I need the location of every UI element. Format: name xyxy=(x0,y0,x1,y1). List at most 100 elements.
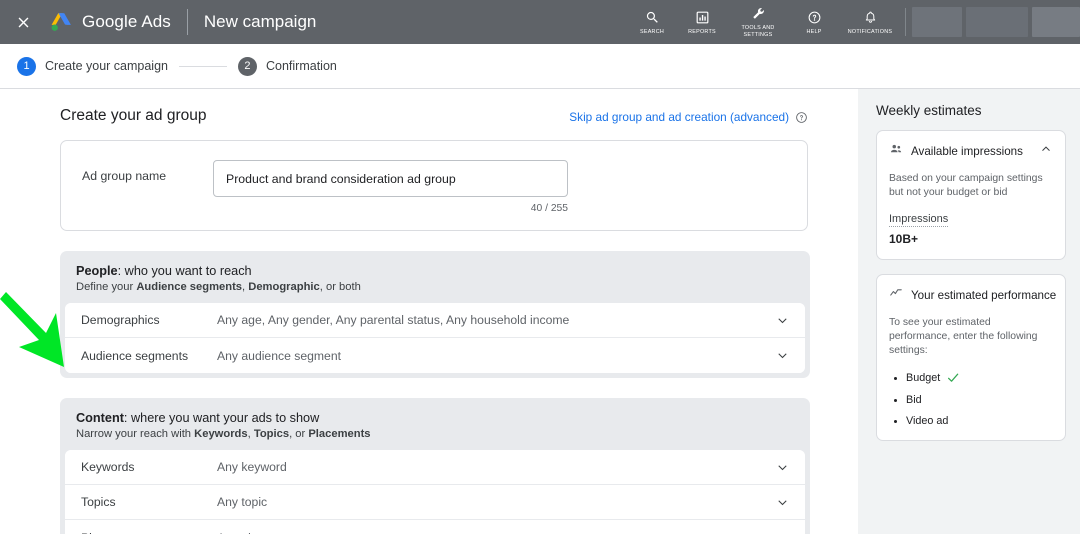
main-content-panel: Create your ad group Skip ad group and a… xyxy=(0,89,858,534)
people-group-title: People: who you want to reach xyxy=(65,264,805,278)
content-group: Content: where you want your ads to show… xyxy=(60,398,810,534)
content-sub-bold-3: Placements xyxy=(308,428,371,440)
trend-line-icon xyxy=(889,286,903,305)
bell-notifications-icon xyxy=(863,9,878,26)
people-sub-suffix: , or both xyxy=(319,281,361,293)
weekly-estimates-title: Weekly estimates xyxy=(876,103,982,118)
people-sub-prefix: Define your xyxy=(76,281,137,293)
row-placements[interactable]: Placements Any placement xyxy=(65,520,805,534)
google-ads-logo-icon xyxy=(48,9,74,35)
weekly-estimates-sidebar: Weekly estimates Available impressions B… xyxy=(858,89,1080,534)
toolbar-notifications-button[interactable]: NOTIFICATIONS xyxy=(839,0,901,44)
help-question-icon[interactable] xyxy=(795,111,808,124)
close-icon[interactable] xyxy=(0,0,46,44)
row-demographics[interactable]: Demographics Any age, Any gender, Any pa… xyxy=(65,303,805,338)
toolbar-search-button[interactable]: SEARCH xyxy=(627,0,677,44)
row-demographics-label: Demographics xyxy=(81,313,160,327)
ad-group-name-label: Ad group name xyxy=(82,169,167,183)
people-sub-bold-2: Demographic xyxy=(248,281,320,293)
requirement-bid-label: Bid xyxy=(906,394,922,406)
search-icon xyxy=(645,9,660,26)
ad-group-name-counter: 40 / 255 xyxy=(530,203,568,214)
available-impressions-description: Based on your campaign settings but not … xyxy=(889,173,1043,198)
row-keywords-value: Any keyword xyxy=(217,460,287,474)
bullet-icon xyxy=(894,398,897,402)
help-question-icon xyxy=(807,9,822,26)
content-group-subtitle: Narrow your reach with Keywords, Topics,… xyxy=(65,428,805,440)
chevron-down-icon[interactable] xyxy=(759,313,805,328)
toolbar-tools-settings-button[interactable]: TOOLS AND SETTINGS xyxy=(727,0,789,44)
toolbar-help-label: HELP xyxy=(806,28,822,35)
row-audience-segments-value: Any audience segment xyxy=(217,348,341,363)
skip-ad-group-row: Skip ad group and ad creation (advanced) xyxy=(569,110,808,124)
chevron-down-icon[interactable] xyxy=(759,495,805,510)
estimated-performance-requirements: Budget Bid Video ad xyxy=(889,371,1053,427)
requirement-bid: Bid xyxy=(889,394,1053,406)
step-create-your-campaign[interactable]: 1 Create your campaign xyxy=(17,56,168,76)
wrench-tools-icon xyxy=(751,5,766,22)
toolbar-search-label: SEARCH xyxy=(640,28,664,35)
available-impressions-card: Available impressions Based on your camp… xyxy=(876,130,1066,260)
step-1-label: Create your campaign xyxy=(45,59,168,73)
ad-group-section-header: Create your ad group Skip ad group and a… xyxy=(60,107,808,125)
step-2-number: 2 xyxy=(237,56,257,76)
brand-name: Google Ads xyxy=(82,12,171,32)
ad-group-name-field-wrap: 40 / 255 xyxy=(213,160,807,214)
reports-bar-chart-icon xyxy=(695,9,710,26)
body-area: Create your ad group Skip ad group and a… xyxy=(0,89,1080,534)
content-sub-suffix: , or xyxy=(289,428,309,440)
requirement-video-ad-label: Video ad xyxy=(906,415,949,427)
chevron-down-icon[interactable] xyxy=(759,530,805,534)
bullet-icon xyxy=(894,376,897,380)
available-impressions-header[interactable]: Available impressions xyxy=(889,142,1053,161)
requirement-budget: Budget xyxy=(889,371,1053,385)
impressions-metric-value: 10B+ xyxy=(889,232,919,246)
toolbar-reports-button[interactable]: REPORTS xyxy=(677,0,727,44)
redacted-account-block-3 xyxy=(1032,7,1080,37)
requirement-video-ad: Video ad xyxy=(889,415,1053,427)
estimated-performance-description: To see your estimated performance, enter… xyxy=(889,317,1038,356)
toolbar-tools-settings-label: TOOLS AND SETTINGS xyxy=(741,25,775,38)
toolbar-reports-label: REPORTS xyxy=(688,28,716,35)
people-group-title-bold: People xyxy=(76,264,118,278)
step-2-label: Confirmation xyxy=(265,59,337,73)
chevron-up-icon[interactable] xyxy=(1039,142,1053,161)
stepper-connector xyxy=(178,65,227,67)
step-1-number: 1 xyxy=(17,56,36,76)
redacted-account-block-2 xyxy=(966,7,1028,37)
row-keywords[interactable]: Keywords Any keyword xyxy=(65,450,805,485)
toolbar-divider xyxy=(905,8,906,36)
redacted-account-block-1 xyxy=(912,7,962,37)
topbar-tools: SEARCH REPORTS TOOLS AND SETTINGS HELP N… xyxy=(627,0,1080,44)
available-impressions-header-left: Available impressions xyxy=(889,142,1023,161)
toolbar-help-button[interactable]: HELP xyxy=(789,0,839,44)
row-keywords-label: Keywords xyxy=(81,460,135,474)
top-app-bar: Google Ads New campaign SEARCH REPORTS T… xyxy=(0,0,1080,44)
content-group-title: Content: where you want your ads to show xyxy=(65,411,805,425)
step-confirmation[interactable]: 2 Confirmation xyxy=(237,56,337,76)
impressions-metric-label[interactable]: Impressions xyxy=(889,213,949,227)
chevron-down-icon[interactable] xyxy=(759,348,805,363)
row-audience-segments[interactable]: Audience segments Any audience segment xyxy=(65,338,805,373)
check-icon xyxy=(946,371,960,385)
estimated-performance-card: Your estimated performance To see your e… xyxy=(876,274,1066,441)
google-ads-new-campaign-screen: Google Ads New campaign SEARCH REPORTS T… xyxy=(0,0,1080,534)
row-topics-label: Topics xyxy=(81,495,116,509)
ad-group-name-input[interactable] xyxy=(213,160,568,197)
chevron-down-icon[interactable] xyxy=(759,460,805,475)
brand-ads: Ads xyxy=(141,12,171,31)
content-group-title-bold: Content xyxy=(76,411,124,425)
row-demographics-value: Any age, Any gender, Any parental status… xyxy=(217,313,570,327)
content-group-title-rest: : where you want your ads to show xyxy=(123,411,320,425)
row-placements-label: Placements xyxy=(65,531,217,534)
ad-group-name-card: Ad group name 40 / 255 xyxy=(60,140,808,231)
people-group: People: who you want to reach Define you… xyxy=(60,251,810,378)
people-group-title-rest: : who you want to reach xyxy=(117,264,252,278)
estimated-performance-header[interactable]: Your estimated performance xyxy=(889,286,1056,305)
row-topics[interactable]: Topics Any topic xyxy=(65,485,805,520)
row-placements-value: Any placement xyxy=(217,531,759,534)
people-sub-bold-1: Audience segments xyxy=(136,281,243,293)
available-impressions-title: Available impressions xyxy=(911,145,1023,158)
row-audience-segments-label: Audience segments xyxy=(81,348,189,363)
skip-ad-group-link[interactable]: Skip ad group and ad creation (advanced) xyxy=(569,110,789,124)
